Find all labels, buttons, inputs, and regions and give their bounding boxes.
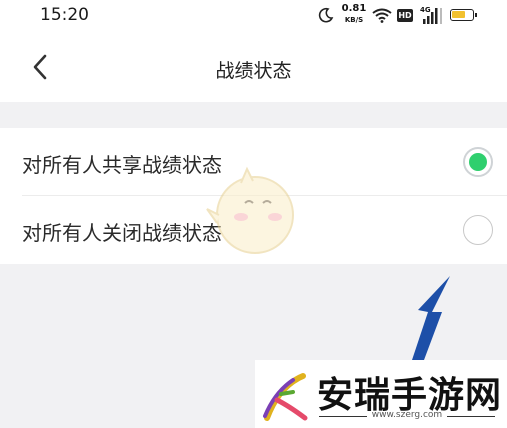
radio-unselected[interactable]: [463, 215, 493, 245]
radio-selected[interactable]: [463, 147, 493, 177]
network-speed: 0.81 KB/S: [340, 4, 368, 25]
network-speed-unit: KB/S: [344, 16, 364, 24]
page-title: 战绩状态: [215, 60, 292, 82]
section-spacer: [0, 102, 507, 128]
watermark-url: www.szerg.com: [371, 410, 443, 420]
watermark: 安瑞手游网 www.szerg.com: [255, 360, 507, 428]
signal-icon: 4G: [420, 6, 446, 26]
hd-icon: HD: [397, 9, 413, 22]
moon-icon: [318, 7, 334, 23]
option-label: 对所有人共享战绩状态: [22, 153, 222, 177]
network-speed-value: 0.81: [341, 3, 367, 14]
battery-icon: [450, 9, 477, 21]
status-time: 15:20: [40, 5, 89, 25]
watermark-logo-icon: [263, 373, 308, 421]
status-bar: 15:20 0.81 KB/S HD 4G: [0, 0, 507, 32]
watermark-rule-right: [447, 416, 495, 417]
navigation-bar: 战绩状态: [0, 32, 507, 102]
wifi-icon: [372, 8, 392, 23]
mascot-overlay: [206, 166, 294, 254]
option-label: 对所有人关闭战绩状态: [22, 221, 222, 245]
